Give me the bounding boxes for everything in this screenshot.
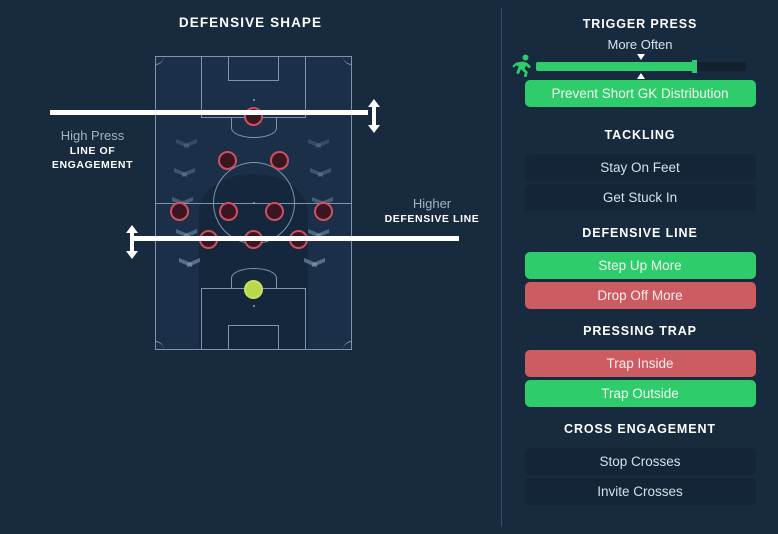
page-title: DEFENSIVE SHAPE — [178, 15, 323, 30]
trap-outside-button[interactable]: Trap Outside — [524, 380, 756, 407]
cross-engagement-title: CROSS ENGAGEMENT — [564, 422, 716, 436]
trigger-press-title: TRIGGER PRESS — [582, 17, 698, 31]
slider-default-marker-bottom-icon — [637, 73, 645, 79]
six-yard-box-bottom — [228, 325, 279, 350]
group-defensive-line: DEFENSIVE LINE Step Up More Drop Off Mor… — [502, 226, 778, 309]
group-trigger-press: TRIGGER PRESS More Often — [502, 17, 778, 52]
stop-crosses-button[interactable]: Stop Crosses — [524, 448, 756, 475]
six-yard-box-top — [228, 56, 279, 81]
stay-on-feet-button[interactable]: Stay On Feet — [524, 154, 756, 181]
loe-title-line2: ENGAGEMENT — [51, 159, 134, 171]
chevron-right-2-icon — [310, 168, 331, 177]
get-stuck-in-button[interactable]: Get Stuck In — [524, 184, 756, 211]
group-tackling: TACKLING Stay On Feet Get Stuck In — [502, 128, 778, 211]
player-marker-right-wide-mid[interactable] — [314, 202, 334, 222]
penalty-spot-bottom — [252, 305, 255, 307]
chevron-left-1-icon — [176, 139, 197, 148]
penalty-spot-top — [252, 99, 255, 101]
chevron-right-5-icon — [304, 258, 325, 267]
player-marker-left-centre-mid[interactable] — [218, 202, 238, 222]
dline-title: DEFENSIVE LINE — [384, 213, 480, 225]
trap-inside-button[interactable]: Trap Inside — [524, 350, 756, 377]
double-arrow-vertical-icon[interactable] — [365, 98, 383, 139]
loe-title-line1: LINE OF — [69, 145, 116, 157]
corner-arc-bottom-left — [155, 341, 164, 350]
group-cross-engagement: CROSS ENGAGEMENT Stop Crosses Invite Cro… — [502, 422, 778, 505]
prevent-short-gk-distribution-button[interactable]: Prevent Short GK Distribution — [524, 80, 756, 107]
double-arrow-vertical-icon[interactable] — [123, 224, 141, 265]
drop-off-more-button[interactable]: Drop Off More — [524, 282, 756, 309]
chevron-right-1-icon — [308, 139, 329, 148]
group-pressing-trap: PRESSING TRAP Trap Inside Trap Outside — [502, 324, 778, 407]
trigger-press-value: More Often — [607, 37, 673, 52]
group-gk-distribution: Prevent Short GK Distribution — [502, 80, 778, 107]
settings-panel: TRIGGER PRESS More Often Prevent Short G… — [502, 0, 778, 534]
step-up-more-button[interactable]: Step Up More — [524, 252, 756, 279]
player-marker-goalkeeper[interactable] — [244, 279, 263, 299]
line-of-engagement-annotation: High Press LINE OF ENGAGEMENT — [25, 127, 160, 172]
running-man-icon — [512, 54, 534, 83]
tackling-title: TACKLING — [604, 128, 676, 142]
slider-handle[interactable] — [691, 60, 697, 73]
pitch-diagram[interactable] — [155, 56, 352, 350]
invite-crosses-button[interactable]: Invite Crosses — [524, 478, 756, 505]
slider-fill — [536, 62, 694, 71]
trigger-press-slider-row[interactable] — [502, 52, 778, 80]
tactics-screen: DEFENSIVE SHAPE High Press LINE OF ENGAG… — [0, 0, 778, 534]
chevron-left-2-icon — [174, 168, 195, 177]
trigger-press-slider[interactable] — [536, 54, 746, 79]
corner-arc-top-left — [155, 56, 164, 65]
slider-default-marker-top-icon — [637, 54, 645, 60]
dline-intensity-label: Higher — [412, 196, 452, 211]
center-spot — [252, 202, 255, 204]
player-marker-left-wide-mid[interactable] — [169, 202, 189, 222]
defensive-line-title: DEFENSIVE LINE — [582, 226, 698, 240]
defensive-line-marker[interactable] — [130, 236, 459, 241]
corner-arc-bottom-right — [343, 341, 352, 350]
defensive-line-annotation: Higher DEFENSIVE LINE — [372, 195, 492, 226]
pressing-trap-title: PRESSING TRAP — [583, 324, 697, 338]
chevron-left-5-icon — [179, 258, 200, 267]
player-marker-right-mid-att[interactable] — [270, 151, 290, 171]
player-marker-left-mid-att[interactable] — [217, 151, 237, 171]
defensive-shape-panel: DEFENSIVE SHAPE High Press LINE OF ENGAG… — [0, 0, 501, 534]
loe-intensity-label: High Press — [60, 128, 125, 143]
corner-arc-top-right — [343, 56, 352, 65]
line-of-engagement-marker[interactable] — [50, 110, 368, 115]
